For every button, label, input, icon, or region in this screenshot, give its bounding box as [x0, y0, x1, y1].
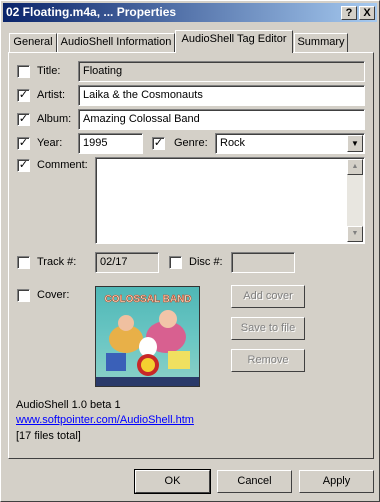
title-checkbox[interactable] — [17, 65, 30, 78]
tab-general[interactable]: General — [9, 33, 57, 52]
remove-cover-button[interactable]: Remove — [231, 349, 305, 372]
album-checkbox[interactable]: ✓ — [17, 113, 30, 126]
website-link[interactable]: www.softpointer.com/AudioShell.htm — [16, 414, 194, 426]
close-button[interactable]: X — [359, 6, 375, 20]
cover-label: Cover: — [37, 289, 70, 301]
tab-audioshell-tag-editor[interactable]: AudioShell Tag Editor — [175, 30, 293, 53]
cancel-button[interactable]: Cancel — [217, 470, 292, 493]
comment-textarea[interactable]: ▲ ▼ — [95, 157, 365, 244]
add-cover-button[interactable]: Add cover — [231, 285, 305, 308]
files-total-text: [17 files total] — [16, 430, 81, 442]
album-field[interactable]: Amazing Colossal Band — [78, 109, 365, 130]
title-label: Title: — [37, 65, 61, 77]
artist-field[interactable]: Laika & the Cosmonauts — [78, 85, 365, 106]
disc-label: Disc #: — [189, 256, 223, 268]
cover-band-text: COLOSSAL BAND — [104, 294, 191, 305]
album-label: Album: — [37, 113, 72, 125]
track-field[interactable]: 02/17 — [95, 252, 159, 273]
genre-value: Rock — [220, 137, 246, 149]
year-checkbox[interactable]: ✓ — [17, 137, 30, 150]
disc-field[interactable] — [231, 252, 295, 273]
title-field[interactable]: Floating — [78, 61, 365, 82]
scroll-up-icon[interactable]: ▲ — [347, 159, 363, 175]
cover-checkbox[interactable] — [17, 289, 30, 302]
tab-summary[interactable]: Summary — [294, 33, 348, 52]
genre-select[interactable]: Rock ▼ — [215, 133, 365, 154]
genre-label: Genre: — [174, 137, 208, 149]
artist-label: Artist: — [37, 89, 66, 101]
year-field[interactable]: 1995 — [78, 133, 143, 154]
ok-button[interactable]: OK — [134, 469, 211, 494]
album-cover-image: COLOSSAL BAND — [95, 286, 200, 387]
save-to-file-button[interactable]: Save to file — [231, 317, 305, 340]
window-title: 02 Floating.m4a, ... Properties — [6, 5, 177, 19]
comment-scrollbar[interactable]: ▲ ▼ — [347, 159, 363, 242]
title-bar: 02 Floating.m4a, ... Properties ? X — [3, 3, 377, 22]
comment-checkbox[interactable]: ✓ — [17, 159, 30, 172]
genre-checkbox[interactable]: ✓ — [152, 137, 165, 150]
track-checkbox[interactable] — [17, 256, 30, 269]
version-text: AudioShell 1.0 beta 1 — [16, 399, 121, 411]
disc-checkbox[interactable] — [169, 256, 182, 269]
tag-editor-panel: Title: Floating ✓ Artist: Laika & the Co… — [8, 52, 374, 459]
apply-button[interactable]: Apply — [299, 470, 374, 493]
properties-dialog: 02 Floating.m4a, ... Properties ? X Gene… — [0, 0, 380, 502]
scroll-down-icon[interactable]: ▼ — [347, 226, 363, 242]
cover-art-drawing: COLOSSAL BAND — [96, 294, 199, 386]
year-label: Year: — [37, 137, 63, 149]
artist-checkbox[interactable]: ✓ — [17, 89, 30, 102]
track-label: Track #: — [37, 256, 77, 268]
help-button[interactable]: ? — [341, 6, 357, 20]
tab-audioshell-information[interactable]: AudioShell Information — [57, 33, 175, 52]
chevron-down-icon[interactable]: ▼ — [347, 135, 363, 152]
comment-label: Comment: — [37, 159, 88, 171]
